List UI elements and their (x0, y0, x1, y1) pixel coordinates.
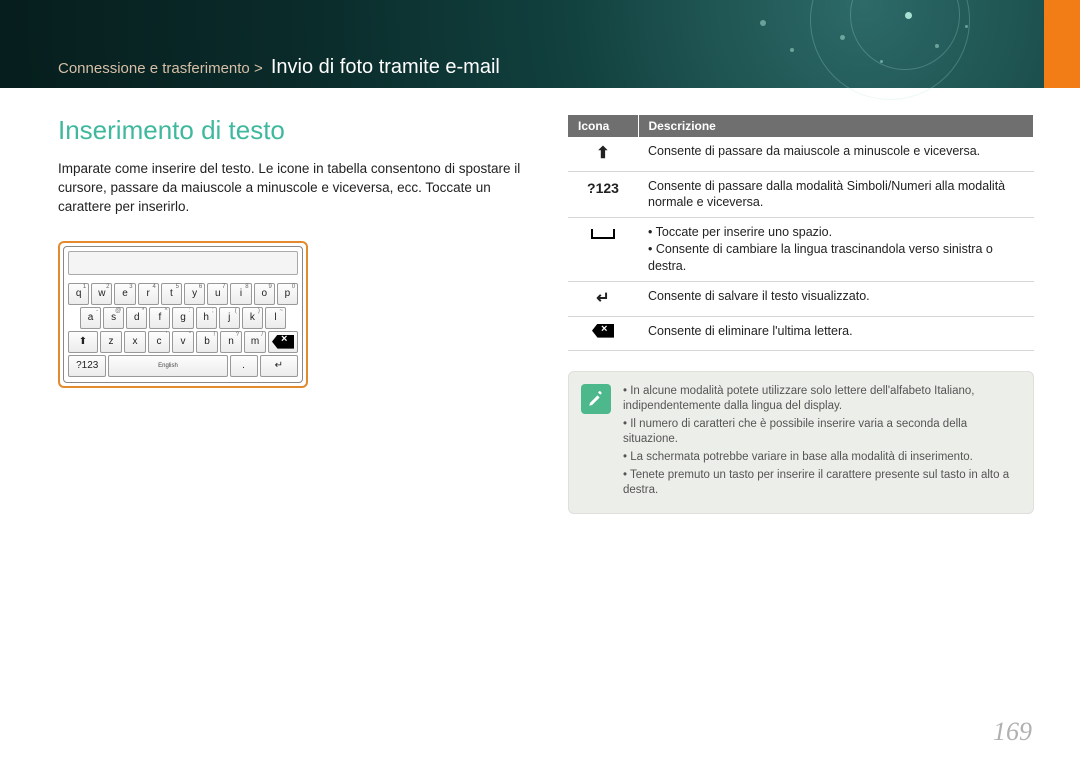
backspace-icon-cell (568, 316, 638, 351)
desc-cell: Consente di salvare il testo visualizzat… (638, 281, 1034, 316)
desc-cell: Consente di passare da maiuscole a minus… (638, 137, 1034, 171)
decorative-dots (700, 0, 1020, 88)
w-key: w2 (91, 283, 112, 305)
shift-key: ⬆ (68, 331, 98, 353)
i-key: i8 (230, 283, 251, 305)
intro-paragraph: Imparate come inserire del testo. Le ico… (58, 160, 528, 217)
section-title: Inserimento di testo (58, 115, 528, 146)
page-title: Invio di foto tramite e-mail (271, 56, 500, 78)
h-key: h; (196, 307, 217, 329)
sym123-icon-cell: ?123 (568, 171, 638, 218)
space-icon-cell (568, 218, 638, 282)
icon-description-table: Icona Descrizione ⬆Consente di passare d… (568, 115, 1034, 351)
c-key: c' (148, 331, 170, 353)
note-item: Il numero di caratteri che è possibile i… (623, 417, 1019, 447)
u-key: u7 (207, 283, 228, 305)
d-key: d* (126, 307, 147, 329)
side-tab (1044, 0, 1080, 88)
a-key: a- (80, 307, 101, 329)
note-item: La schermata potrebbe variare in base al… (623, 450, 1019, 465)
v-key: v" (172, 331, 194, 353)
page-number: 169 (993, 717, 1032, 747)
backspace-key (268, 331, 298, 353)
desc-cell: Toccate per inserire uno spazio.Consente… (638, 218, 1034, 282)
enter-key: ↵ (260, 355, 298, 377)
table-row: ⬆Consente di passare da maiuscole a minu… (568, 137, 1034, 171)
p-key: p0 (277, 283, 298, 305)
th-icon: Icona (568, 115, 638, 137)
desc-cell: Consente di passare dalla modalità Simbo… (638, 171, 1034, 218)
th-desc: Descrizione (638, 115, 1034, 137)
note-box: In alcune modalità potete utilizzare sol… (568, 371, 1034, 514)
y-key: y6 (184, 283, 205, 305)
keyboard-illustration: q1w2e3r4t5y6u7i8o9p0 a-s@d*f^g:h;j(k)l~ … (58, 241, 308, 388)
desc-cell: Consente di eliminare l'ultima lettera. (638, 316, 1034, 351)
table-row: ↵Consente di salvare il testo visualizza… (568, 281, 1034, 316)
l-key: l~ (265, 307, 286, 329)
f-key: f^ (149, 307, 170, 329)
enter-icon-cell: ↵ (568, 281, 638, 316)
pen-icon (581, 384, 611, 414)
keyboard-text-field (68, 251, 298, 275)
table-row: ?123Consente di passare dalla modalità S… (568, 171, 1034, 218)
x-key: x (124, 331, 146, 353)
breadcrumb: Connessione e trasferimento > Invio di f… (58, 56, 500, 79)
mode-key: ?123 (68, 355, 106, 377)
g-key: g: (172, 307, 193, 329)
breadcrumb-path: Connessione e trasferimento > (58, 60, 263, 77)
n-key: n? (220, 331, 242, 353)
o-key: o9 (254, 283, 275, 305)
e-key: e3 (114, 283, 135, 305)
b-key: b! (196, 331, 218, 353)
shift-icon-cell: ⬆ (568, 137, 638, 171)
period-key: . (230, 355, 258, 377)
z-key: z (100, 331, 122, 353)
table-row: Toccate per inserire uno spazio.Consente… (568, 218, 1034, 282)
j-key: j( (219, 307, 240, 329)
table-row: Consente di eliminare l'ultima lettera. (568, 316, 1034, 351)
k-key: k) (242, 307, 263, 329)
t-key: t5 (161, 283, 182, 305)
space-key: English (108, 355, 227, 377)
m-key: m/ (244, 331, 266, 353)
note-item: Tenete premuto un tasto per inserire il … (623, 468, 1019, 498)
s-key: s@ (103, 307, 124, 329)
r-key: r4 (138, 283, 159, 305)
q-key: q1 (68, 283, 89, 305)
note-item: In alcune modalità potete utilizzare sol… (623, 384, 1019, 414)
